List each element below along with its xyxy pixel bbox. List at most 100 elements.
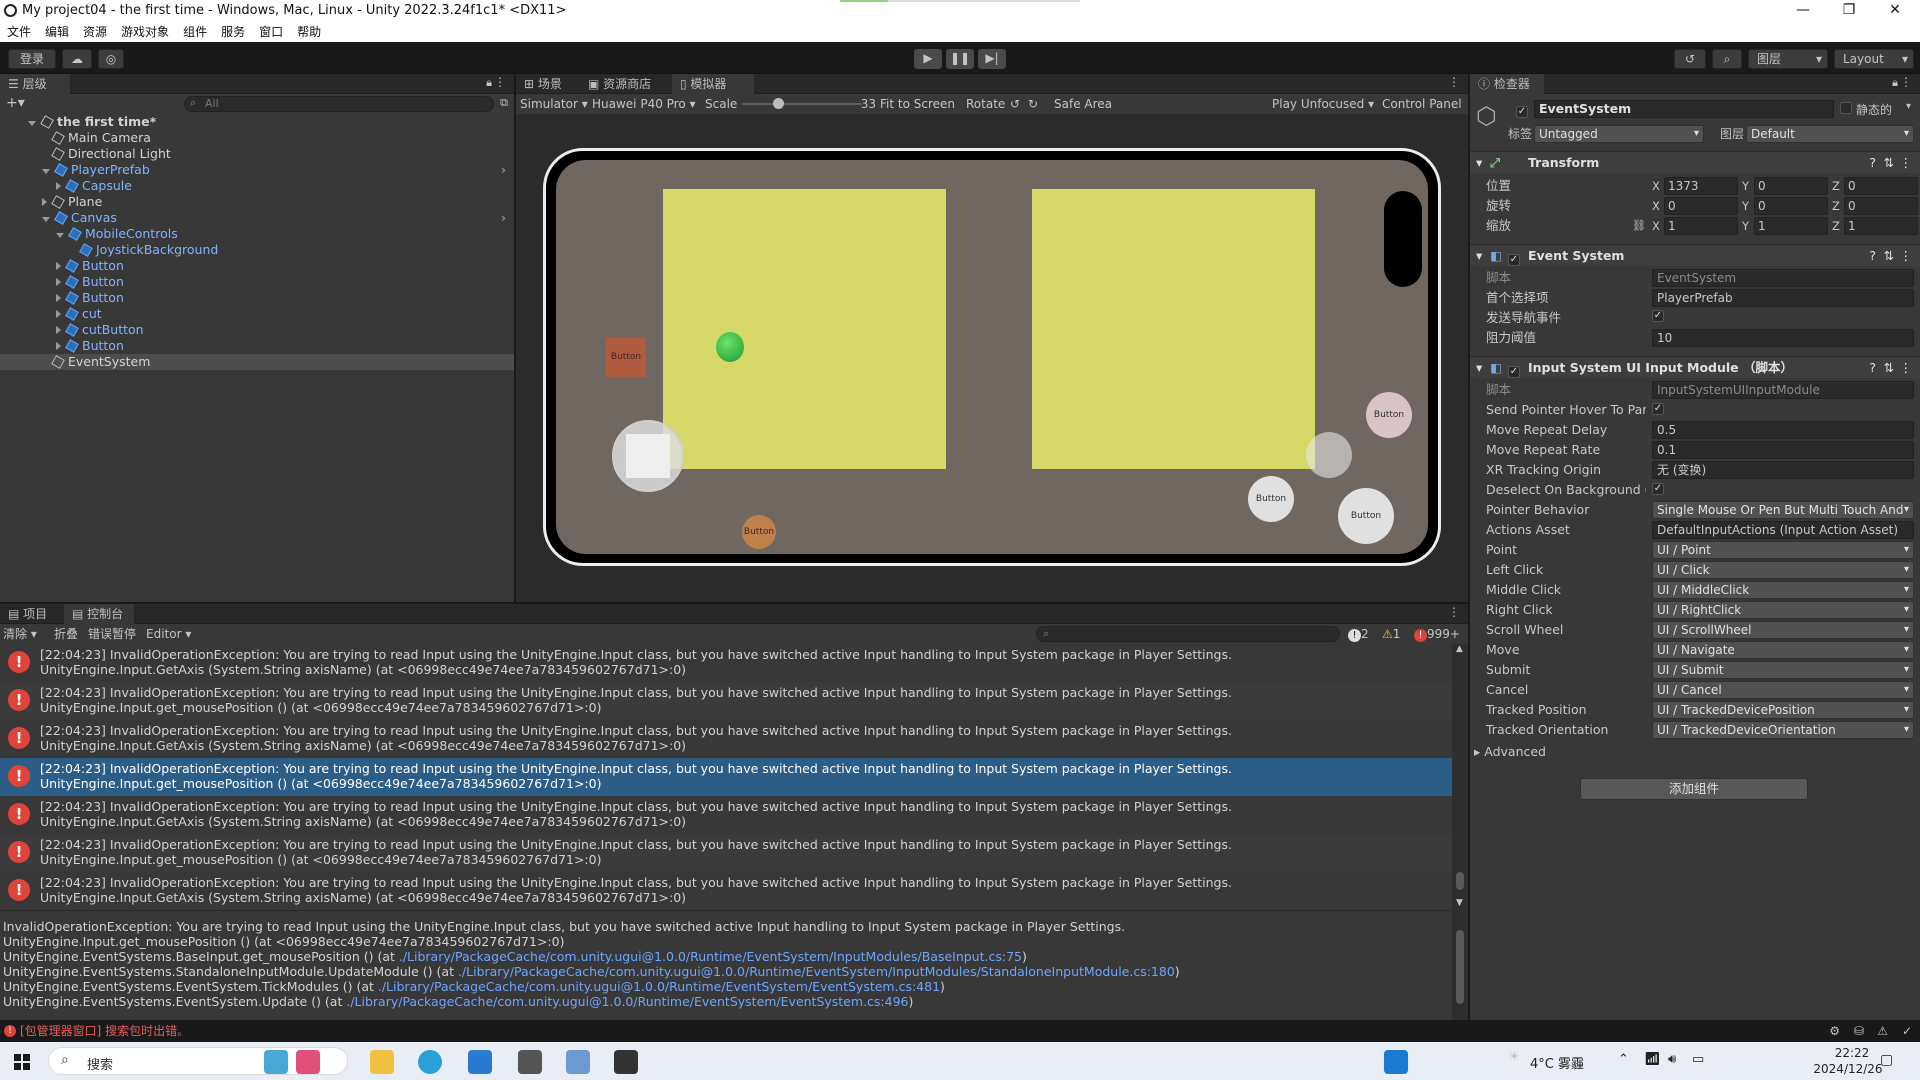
orange-button[interactable]: Button <box>742 515 776 549</box>
warning-count[interactable]: ⚠1 <box>1382 624 1400 644</box>
tab-inspector[interactable]: ⓘ 检查器 <box>1470 74 1544 94</box>
hierarchy-item[interactable]: Directional Light <box>0 146 514 162</box>
maximize-button[interactable]: ❐ <box>1826 0 1872 22</box>
hierarchy-item[interactable]: Capsule <box>0 178 514 194</box>
axis-x-label[interactable]: X <box>1652 176 1660 196</box>
help-icon[interactable]: ? <box>1869 152 1876 174</box>
trace-scrollbar[interactable] <box>1452 910 1468 1020</box>
input-module-field[interactable]: 无 (变换) <box>1652 461 1914 479</box>
console-log-list[interactable]: ! [22:04:23] InvalidOperationException: Y… <box>0 644 1452 910</box>
prefab-open-icon[interactable]: › <box>501 210 506 226</box>
minimize-button[interactable]: — <box>1780 0 1826 22</box>
axis-z-label[interactable]: Z <box>1832 196 1840 216</box>
component-enabled-checkbox[interactable]: ✓ <box>1508 245 1520 267</box>
expand-down-icon[interactable] <box>42 217 50 222</box>
scroll-up-icon[interactable]: ▲ <box>1456 644 1463 654</box>
console-log-entry[interactable]: ! [22:04:23] InvalidOperationException: Y… <box>0 796 1452 834</box>
history-icon[interactable]: ↺ <box>1674 49 1706 69</box>
stack-trace-pane[interactable]: InvalidOperationException: You are tryin… <box>0 910 1452 1020</box>
hierarchy-item[interactable]: Button <box>0 338 514 354</box>
hierarchy-item[interactable]: the first time* <box>0 114 514 130</box>
expand-right-icon[interactable] <box>56 310 61 318</box>
expand-right-icon[interactable] <box>56 182 61 190</box>
more-icon[interactable]: ⋮ <box>1900 245 1913 267</box>
preset-icon[interactable]: ⇅ <box>1884 245 1894 267</box>
hierarchy-item[interactable]: Main Camera <box>0 130 514 146</box>
right-mid-button[interactable]: Button <box>1248 476 1294 522</box>
input-module-dropdown[interactable]: UI / Point <box>1652 541 1914 559</box>
transform-header[interactable]: ▾ ⤢ Transform ? ⇅ ⋮ <box>1470 151 1920 173</box>
transform-rotation-y-field[interactable]: 0 <box>1754 197 1828 215</box>
play-button[interactable]: ▶ <box>914 49 942 69</box>
add-icon[interactable]: +▾ <box>6 95 25 111</box>
source-file-link[interactable]: ./Library/PackageCache/com.unity.ugui@1.… <box>378 979 940 994</box>
help-icon[interactable]: ? <box>1869 245 1876 267</box>
console-search-input[interactable]: ⌕ <box>1036 626 1340 642</box>
hierarchy-item[interactable]: cutButton <box>0 322 514 338</box>
transform-position-y-field[interactable]: 0 <box>1754 177 1828 195</box>
collab-icon[interactable]: ◎ <box>98 49 124 69</box>
menu-services[interactable]: 服务 <box>214 22 252 42</box>
tray-app-icon[interactable] <box>1384 1050 1408 1074</box>
lock-icon[interactable]: 🔒︎ <box>486 76 492 90</box>
expand-right-icon[interactable] <box>56 278 61 286</box>
input-module-dropdown[interactable]: UI / Navigate <box>1652 641 1914 659</box>
input-module-dropdown[interactable]: Single Mouse Or Pen But Multi Touch And <box>1652 501 1914 519</box>
console-log-entry[interactable]: ! [22:04:23] InvalidOperationException: Y… <box>0 644 1452 682</box>
input-module-field[interactable]: 0.5 <box>1652 421 1914 439</box>
hierarchy-item[interactable]: Plane <box>0 194 514 210</box>
console-log-entry[interactable]: ! [22:04:23] InvalidOperationException: Y… <box>0 682 1452 720</box>
file-explorer-icon[interactable] <box>370 1050 394 1074</box>
hierarchy-search-input[interactable]: All <box>184 96 494 112</box>
axis-z-label[interactable]: Z <box>1832 216 1840 236</box>
first-selected-field[interactable]: PlayerPrefab <box>1652 289 1914 307</box>
console-log-entry[interactable]: ! [22:04:23] InvalidOperationException: Y… <box>0 758 1452 796</box>
vscode-icon[interactable] <box>468 1050 492 1074</box>
error-pause-button[interactable]: 错误暂停 <box>88 624 136 644</box>
scale-slider[interactable] <box>742 98 862 109</box>
event-system-header[interactable]: ▾ ◧ ✓ Event System ? ⇅ ⋮ <box>1470 244 1920 266</box>
drag-threshold-field[interactable]: 10 <box>1652 329 1914 347</box>
active-toggle[interactable]: ✓ <box>1516 101 1528 118</box>
menu-gameobject[interactable]: 游戏对象 <box>114 22 176 42</box>
input-module-dropdown[interactable]: UI / RightClick <box>1652 601 1914 619</box>
edge-browser-icon[interactable] <box>418 1050 442 1074</box>
transform-position-z-field[interactable]: 0 <box>1844 177 1918 195</box>
transform-rotation-x-field[interactable]: 0 <box>1664 197 1738 215</box>
send-nav-checkbox[interactable]: ✓ <box>1652 310 1664 322</box>
menu-file[interactable]: 文件 <box>0 22 38 42</box>
notification-icon[interactable]: ▢ <box>1880 1052 1893 1068</box>
more-icon[interactable]: ⋮ <box>1900 75 1912 89</box>
rotate-right-icon[interactable]: ↻ <box>1028 94 1038 114</box>
unity-editor-icon[interactable] <box>614 1050 638 1074</box>
login-button[interactable]: 登录 <box>8 49 56 69</box>
hierarchy-item[interactable]: JoystickBackground <box>0 242 514 258</box>
hierarchy-item[interactable]: PlayerPrefab › <box>0 162 514 178</box>
static-dropdown-icon[interactable]: ▾ <box>1906 101 1911 112</box>
tab-scene[interactable]: ⊞ 场景 <box>516 74 580 94</box>
menu-help[interactable]: 帮助 <box>290 22 328 42</box>
game-view[interactable]: Button Button Button Button Button <box>556 160 1428 554</box>
hierarchy-item[interactable]: cut <box>0 306 514 322</box>
input-module-field[interactable]: InputSystemUIInputModule <box>1652 381 1914 399</box>
step-button[interactable]: ▶| <box>978 49 1006 69</box>
transform-position-x-field[interactable]: 1373 <box>1664 177 1738 195</box>
control-panel-button[interactable]: Control Panel <box>1382 94 1462 114</box>
axis-x-label[interactable]: X <box>1652 216 1660 236</box>
axis-z-label[interactable]: Z <box>1832 176 1840 196</box>
help-icon[interactable]: ? <box>1869 357 1876 379</box>
log-scrollbar[interactable]: ▲ ▼ <box>1452 644 1468 910</box>
tab-hierarchy[interactable]: ☰ 层级 <box>0 74 70 94</box>
game-icon[interactable] <box>296 1050 320 1074</box>
right-top-button[interactable]: Button <box>1366 392 1412 438</box>
lock-icon[interactable]: 🔒︎ <box>1892 76 1898 90</box>
source-file-link[interactable]: ./Library/PackageCache/com.unity.ugui@1.… <box>346 994 908 1009</box>
joystick-background[interactable] <box>612 420 684 492</box>
play-mode-dropdown[interactable]: Play Unfocused ▾ <box>1272 94 1374 114</box>
simulator-dropdown[interactable]: Simulator ▾ <box>520 94 588 114</box>
cache-icon[interactable]: ⛁ <box>1854 1020 1864 1042</box>
fit-to-screen-button[interactable]: Fit to Screen <box>880 94 955 114</box>
scroll-down-icon[interactable]: ▼ <box>1456 898 1463 908</box>
input-module-dropdown[interactable]: UI / Cancel <box>1652 681 1914 699</box>
input-module-field[interactable]: 0.1 <box>1652 441 1914 459</box>
